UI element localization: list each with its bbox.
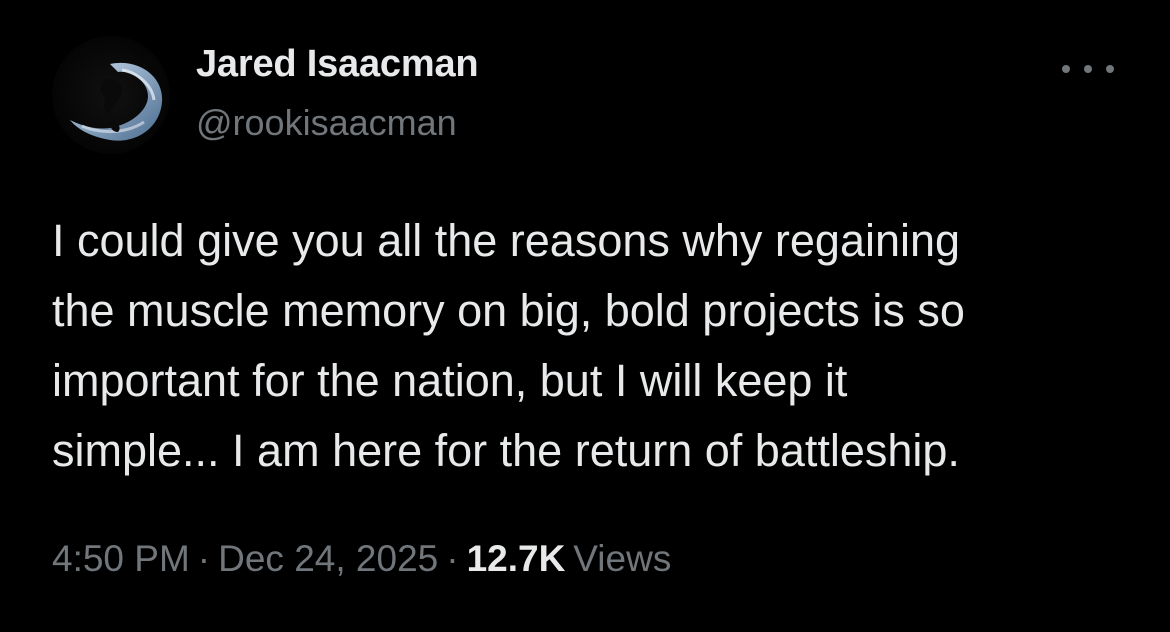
earth-avatar-icon: [52, 36, 170, 154]
author-handle[interactable]: @rookisaacman: [196, 102, 457, 144]
author-display-name[interactable]: Jared Isaacman: [196, 43, 479, 86]
avatar[interactable]: [52, 36, 170, 154]
tweet-text-line: simple... I am here for the return of ba…: [52, 425, 960, 476]
tweet-text: I could give you all the reasons why reg…: [52, 206, 1142, 486]
views-label: Views: [573, 538, 672, 579]
more-options-button[interactable]: [1062, 58, 1114, 80]
tweet-card: Jared Isaacman @rookisaacman I could giv…: [0, 0, 1170, 632]
tweet-date[interactable]: Dec 24, 2025: [218, 538, 438, 579]
tweet-text-line: important for the nation, but I will kee…: [52, 355, 848, 406]
tweet-text-line: I could give you all the reasons why reg…: [52, 215, 961, 266]
tweet-metadata: 4:50 PM · Dec 24, 2025 · 12.7K Views: [52, 538, 671, 580]
meta-separator: ·: [446, 538, 459, 579]
tweet-text-line: the muscle memory on big, bold projects …: [52, 285, 965, 336]
meta-separator: ·: [197, 538, 211, 579]
views-count: 12.7K: [466, 538, 566, 579]
more-horizontal-icon-dot: [1106, 65, 1114, 73]
views-link[interactable]: 12.7K Views: [467, 538, 672, 579]
more-horizontal-icon-dot: [1084, 65, 1092, 73]
tweet-time[interactable]: 4:50 PM: [52, 538, 190, 579]
more-horizontal-icon-dot: [1062, 65, 1070, 73]
